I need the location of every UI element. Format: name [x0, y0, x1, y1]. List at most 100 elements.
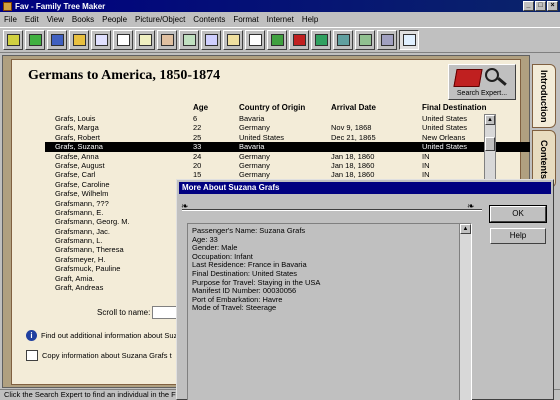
search-button[interactable]: [399, 30, 419, 50]
genealogy-report-button[interactable]: [157, 30, 177, 50]
map-icon: [270, 34, 284, 46]
menu-edit[interactable]: Edit: [21, 15, 43, 24]
book-icon: [292, 34, 306, 46]
find-more-info-link[interactable]: i Find out additional information about …: [26, 328, 196, 342]
table-cell: 6: [193, 114, 198, 123]
detail-line: Mode of Travel: Steerage: [192, 303, 277, 313]
family-page-button[interactable]: [47, 30, 67, 50]
table-cell: Nov 9, 1868: [331, 123, 372, 133]
table-row[interactable]: Grafs, Marga 22 Germany Nov 9, 1868 United S…: [45, 123, 530, 132]
table-row[interactable]: Grafs, Suzana 33 Bavaria United States: [45, 142, 530, 152]
scroll-thumb[interactable]: [485, 137, 495, 151]
col-destination: Final Destination: [422, 103, 487, 112]
passenger-details: Passenger's Name: Suzana Grafs Age: 33 Gen…: [187, 223, 472, 400]
calendar-button[interactable]: [223, 30, 243, 50]
scroll-up-arrow-icon[interactable]: ▲: [485, 115, 495, 125]
toolbar: [0, 27, 560, 53]
more-about-dialog: More About Suzana Grafs ❧ ❧ Passenger's …: [176, 179, 554, 400]
close-button[interactable]: ×: [547, 1, 558, 11]
details-scrollbar[interactable]: ▲: [459, 224, 471, 400]
table-cell: Grafs, Suzana: [55, 142, 103, 152]
table-cell: IN: [422, 160, 430, 170]
computer-button[interactable]: [377, 30, 397, 50]
menu-bar: File Edit View Books People Picture/Obje…: [0, 13, 560, 26]
menu-help[interactable]: Help: [298, 15, 322, 24]
menu-file[interactable]: File: [0, 15, 21, 24]
descendant-icon: [116, 34, 130, 46]
open-button[interactable]: [3, 30, 23, 50]
scrapbook-button[interactable]: [355, 30, 375, 50]
table-cell: Grafse, August: [55, 160, 105, 170]
table-row[interactable]: Grafs, Louis 6 Bavaria United States: [45, 114, 530, 123]
table-cell: Grafsmann, Theresa: [55, 245, 124, 255]
open-icon: [6, 34, 20, 46]
window-title: Fav - Family Tree Maker: [15, 1, 106, 11]
help-button[interactable]: Help: [490, 228, 546, 244]
back-icon: [28, 34, 42, 46]
database-button[interactable]: [333, 30, 353, 50]
search-icon: [402, 34, 416, 46]
table-row[interactable]: Grafs, Robert 25 United States Dec 21, 1865…: [45, 133, 530, 142]
copy-info-link[interactable]: Copy information about Suzana Grafs t: [26, 348, 196, 362]
database-icon: [336, 34, 350, 46]
table-cell: United States: [422, 142, 468, 152]
search-expert-button[interactable]: Search Expert...: [448, 64, 516, 100]
outline-icon: [138, 34, 152, 46]
menu-people[interactable]: People: [98, 15, 131, 24]
menu-internet[interactable]: Internet: [263, 15, 298, 24]
table-cell: Grafs, Louis: [55, 114, 96, 123]
table-row[interactable]: Grafse, Anna 24 Germany Jan 18, 1860 IN: [45, 152, 530, 161]
table-cell: Graft, Andreas: [55, 283, 104, 293]
family-group-button[interactable]: [179, 30, 199, 50]
menu-contents[interactable]: Contents: [189, 15, 229, 24]
tab-introduction[interactable]: Introduction: [532, 64, 556, 128]
table-cell: Grafsmeyer, H.: [55, 254, 106, 264]
col-age: Age: [193, 103, 209, 112]
computer-icon: [380, 34, 394, 46]
table-cell: United States: [422, 114, 468, 123]
puzzle-button[interactable]: [311, 30, 331, 50]
menu-books[interactable]: Books: [68, 15, 98, 24]
report-button[interactable]: [245, 30, 265, 50]
dialog-divider: [182, 209, 482, 211]
kinship-button[interactable]: [201, 30, 221, 50]
table-cell: 33: [193, 142, 202, 152]
menu-view[interactable]: View: [43, 15, 68, 24]
table-cell: Grafse, Caroline: [55, 179, 110, 189]
col-arrival: Arrival Date: [331, 103, 376, 112]
table-cell: 20: [193, 160, 202, 170]
table-cell: Germany: [239, 151, 270, 161]
table-cell: Grafse, Anna: [55, 151, 99, 161]
table-cell: 25: [193, 132, 202, 142]
info-icon: i: [26, 329, 37, 341]
ok-button[interactable]: OK: [489, 205, 547, 223]
menu-picture-object[interactable]: Picture/Object: [131, 15, 189, 24]
descendant-button[interactable]: [113, 30, 133, 50]
puzzle-icon: [314, 34, 328, 46]
table-cell: Grafse, Carl: [55, 170, 96, 180]
list-header: Age Country of Origin Arrival Date Final…: [45, 103, 515, 113]
table-cell: Grafsmuck, Pauline: [55, 264, 121, 274]
outline-button[interactable]: [135, 30, 155, 50]
list-scrollbar[interactable]: ▲: [484, 114, 496, 184]
copy-info-text: Copy information about Suzana Grafs t: [42, 350, 172, 360]
table-cell: Jan 18, 1860: [331, 151, 375, 161]
menu-format[interactable]: Format: [229, 15, 262, 24]
table-row[interactable]: Grafse, August 20 Germany Jan 18, 1860 IN: [45, 161, 530, 170]
book-icon: [453, 69, 483, 87]
table-cell: Dec 21, 1865: [331, 132, 376, 142]
back-button[interactable]: [25, 30, 45, 50]
table-cell: Graft, Amia.: [55, 273, 95, 283]
individual-icon: [72, 34, 86, 46]
minimize-button[interactable]: _: [523, 1, 534, 11]
table-cell: United States: [422, 123, 468, 133]
pedigree-button[interactable]: [91, 30, 111, 50]
book-button[interactable]: [289, 30, 309, 50]
scroll-up-arrow-icon[interactable]: ▲: [460, 224, 471, 234]
table-cell: Jan 18, 1860: [331, 160, 375, 170]
table-cell: Grafs, Marga: [55, 123, 99, 133]
family-group-icon: [182, 34, 196, 46]
maximize-button[interactable]: □: [535, 1, 546, 11]
map-button[interactable]: [267, 30, 287, 50]
individual-button[interactable]: [69, 30, 89, 50]
